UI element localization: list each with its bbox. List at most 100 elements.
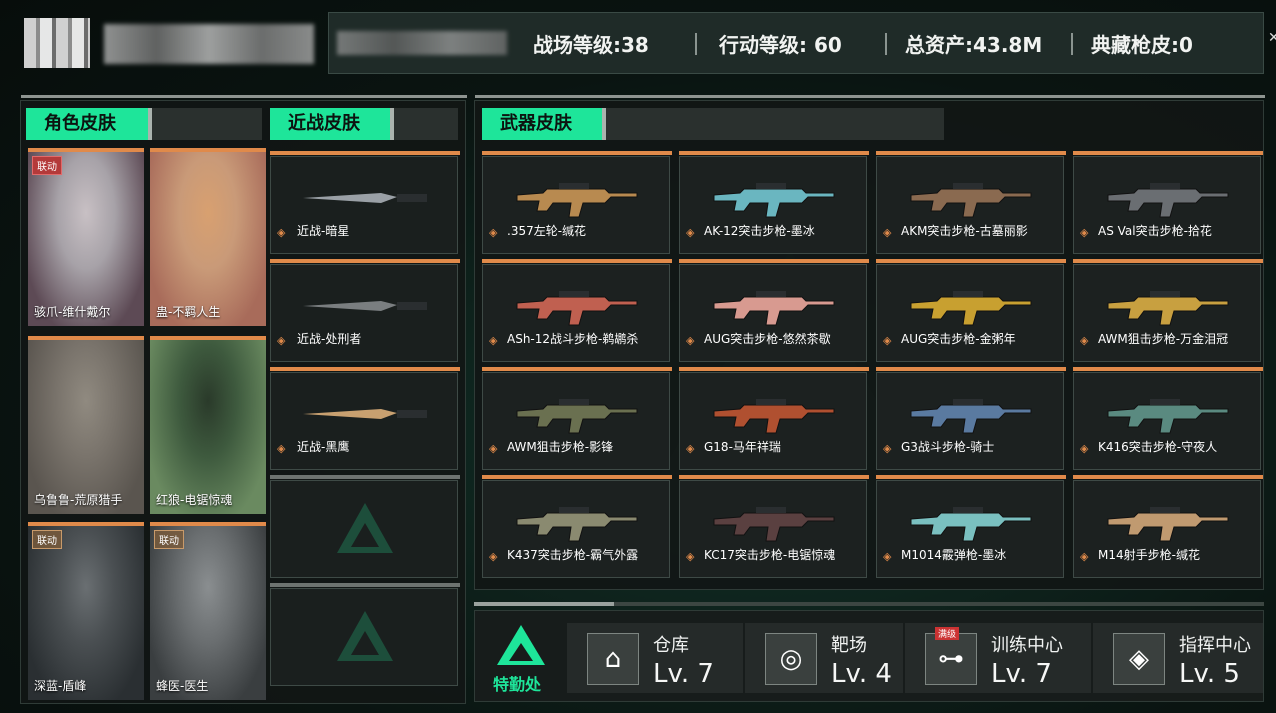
gun-icon xyxy=(516,399,638,434)
rarity-bar xyxy=(1073,367,1263,371)
special-ops-title: 特勤处 xyxy=(493,675,542,694)
gun-icon xyxy=(910,291,1032,326)
rarity-bar xyxy=(482,151,672,155)
max-level-badge: 满级 xyxy=(935,627,960,640)
empty-slot xyxy=(270,475,460,578)
weapon-skin-card[interactable]: ◈ K437突击步枪-霸气外露 xyxy=(482,475,672,578)
weapon-skin-card[interactable]: ◈ AUG突击步枪-金粥年 xyxy=(876,259,1066,362)
gun-icon xyxy=(1107,507,1229,542)
tab-character-skins[interactable]: 角色皮肤 xyxy=(26,108,148,140)
melee-skin-name: 近战-暗星 xyxy=(297,224,350,238)
facility-name: 仓库 xyxy=(653,635,689,656)
melee-skin-card[interactable]: ◈ 近战-暗星 xyxy=(270,151,460,254)
melee-skin-name: 近战-处刑者 xyxy=(297,332,362,346)
melee-skin-card[interactable]: ◈ 近战-黑鹰 xyxy=(270,367,460,470)
rarity-icon: ◈ xyxy=(883,226,892,239)
weapon-skin-name: AS Val突击步枪-拾花 xyxy=(1098,224,1212,238)
weapon-skin-card[interactable]: ◈ AWM狙击步枪-万金泪冠 xyxy=(1073,259,1263,362)
collection-skins: 典藏枪皮:0 xyxy=(1091,33,1193,57)
rarity-bar xyxy=(482,259,672,263)
weapon-skin-card[interactable]: ◈ AWM狙击步枪-影锋 xyxy=(482,367,672,470)
character-skin-name: 红狼-电锯惊魂 xyxy=(156,493,233,507)
rarity-bar xyxy=(1073,259,1263,263)
weapon-skin-name: G18-马年祥瑞 xyxy=(704,440,781,454)
dumbbell-icon: ⊶ xyxy=(925,633,977,685)
stats-bar: 战场等级:38 行动等级: 60 总资产:43.8M 典藏枪皮:0 xyxy=(328,12,1264,74)
stat-divider xyxy=(1071,33,1073,55)
character-portrait xyxy=(150,152,266,326)
rarity-bar xyxy=(150,522,266,526)
facility-2[interactable]: ◎ 靶场 Lv. 4 xyxy=(745,623,903,693)
facility-level: Lv. 4 xyxy=(831,659,892,689)
weapon-skin-card[interactable]: ◈ G18-马年祥瑞 xyxy=(679,367,869,470)
weapon-skin-card[interactable]: ◈ M14射手步枪-缄花 xyxy=(1073,475,1263,578)
operation-level: 行动等级: 60 xyxy=(719,33,842,57)
gun-icon xyxy=(516,507,638,542)
rarity-icon: ◈ xyxy=(1080,334,1089,347)
weapon-skin-name: K416突击步枪-守夜人 xyxy=(1098,440,1218,454)
tab-extension xyxy=(606,108,944,140)
weapon-skin-card[interactable]: ◈ K416突击步枪-守夜人 xyxy=(1073,367,1263,470)
weapon-skin-name: AUG突击步枪-悠然茶歇 xyxy=(704,332,831,346)
facility-name: 靶场 xyxy=(831,635,867,656)
weapon-skin-name: AWM狙击步枪-万金泪冠 xyxy=(1098,332,1229,346)
gun-icon xyxy=(713,183,835,218)
character-skin-card[interactable]: 联动骇爪-维什戴尔 xyxy=(28,148,144,326)
weapon-skin-card[interactable]: ◈ M1014霰弹枪-墨冰 xyxy=(876,475,1066,578)
empty-slot-logo-inner xyxy=(351,523,379,547)
rarity-icon: ◈ xyxy=(1080,550,1089,563)
gun-icon xyxy=(713,399,835,434)
rarity-bar xyxy=(270,259,460,263)
tab-melee-skins[interactable]: 近战皮肤 xyxy=(270,108,390,140)
weapon-skin-card[interactable]: ◈ AS Val突击步枪-拾花 xyxy=(1073,151,1263,254)
rarity-icon: ◈ xyxy=(1080,442,1089,455)
character-skin-card[interactable]: 联动 深蓝-盾峰 xyxy=(28,522,144,700)
weapon-skin-name: K437突击步枪-霸气外露 xyxy=(507,548,639,562)
tab-extension xyxy=(394,108,458,140)
character-skin-card[interactable]: 联动 蜂医-医生 xyxy=(150,522,266,700)
weapon-skin-card[interactable]: ◈ AUG突击步枪-悠然茶歇 xyxy=(679,259,869,362)
rarity-bar xyxy=(28,148,144,152)
weapon-skin-name: M14射手步枪-缄花 xyxy=(1098,548,1200,562)
bottom-divider-highlight xyxy=(474,602,614,606)
rarity-bar xyxy=(876,259,1066,263)
facility-3[interactable]: ⊶ 满级 训练中心 Lv. 7 xyxy=(905,623,1091,693)
weapon-skin-name: AWM狙击步枪-影锋 xyxy=(507,440,614,454)
weapon-skin-card[interactable]: ◈ .357左轮-缄花 xyxy=(482,151,672,254)
rarity-bar xyxy=(876,475,1066,479)
gun-icon xyxy=(1107,399,1229,434)
character-skin-name: 蛊-不羁人生 xyxy=(156,305,221,319)
edge-icon: ✕ xyxy=(1268,30,1276,46)
rarity-bar xyxy=(28,522,144,526)
weapon-skin-card[interactable]: ◈ AKM突击步枪-古墓丽影 xyxy=(876,151,1066,254)
rarity-bar xyxy=(1073,151,1263,155)
weapon-skin-card[interactable]: ◈ G3战斗步枪-骑士 xyxy=(876,367,1066,470)
rarity-bar xyxy=(876,151,1066,155)
weapon-skin-name: .357左轮-缄花 xyxy=(507,224,587,238)
character-portrait xyxy=(150,526,266,700)
player-id-blurred xyxy=(337,31,507,55)
target-icon: ◎ xyxy=(765,633,817,685)
rarity-bar xyxy=(150,336,266,340)
facility-4[interactable]: ◈ 指挥中心 Lv. 5 xyxy=(1093,623,1263,693)
character-skin-card[interactable]: 乌鲁鲁-荒原猎手 xyxy=(28,336,144,514)
rarity-bar xyxy=(679,475,869,479)
warehouse-icon: ⌂ xyxy=(587,633,639,685)
stat-divider xyxy=(885,33,887,55)
weapon-skin-card[interactable]: ◈ KC17突击步枪-电锯惊魂 xyxy=(679,475,869,578)
rarity-icon: ◈ xyxy=(686,442,695,455)
weapon-skin-card[interactable]: ◈ AK-12突击步枪-墨冰 xyxy=(679,151,869,254)
melee-skin-card[interactable]: ◈ 近战-处刑者 xyxy=(270,259,460,362)
weapon-skin-card[interactable]: ◈ ASh-12战斗步枪-鹈鹕杀 xyxy=(482,259,672,362)
character-portrait xyxy=(28,152,144,326)
character-skin-card[interactable]: 蛊-不羁人生 xyxy=(150,148,266,326)
rarity-bar xyxy=(270,367,460,371)
rarity-bar xyxy=(679,367,869,371)
facility-1[interactable]: ⌂ 仓库 Lv. 7 xyxy=(567,623,743,693)
character-skin-card[interactable]: 红狼-电锯惊魂 xyxy=(150,336,266,514)
collab-badge: 联动 xyxy=(32,156,62,175)
tab-weapon-skins[interactable]: 武器皮肤 xyxy=(482,108,602,140)
weapon-skin-name: AUG突击步枪-金粥年 xyxy=(901,332,1016,346)
rarity-bar xyxy=(679,151,869,155)
character-skin-name: 骇爪-维什戴尔 xyxy=(34,305,111,319)
